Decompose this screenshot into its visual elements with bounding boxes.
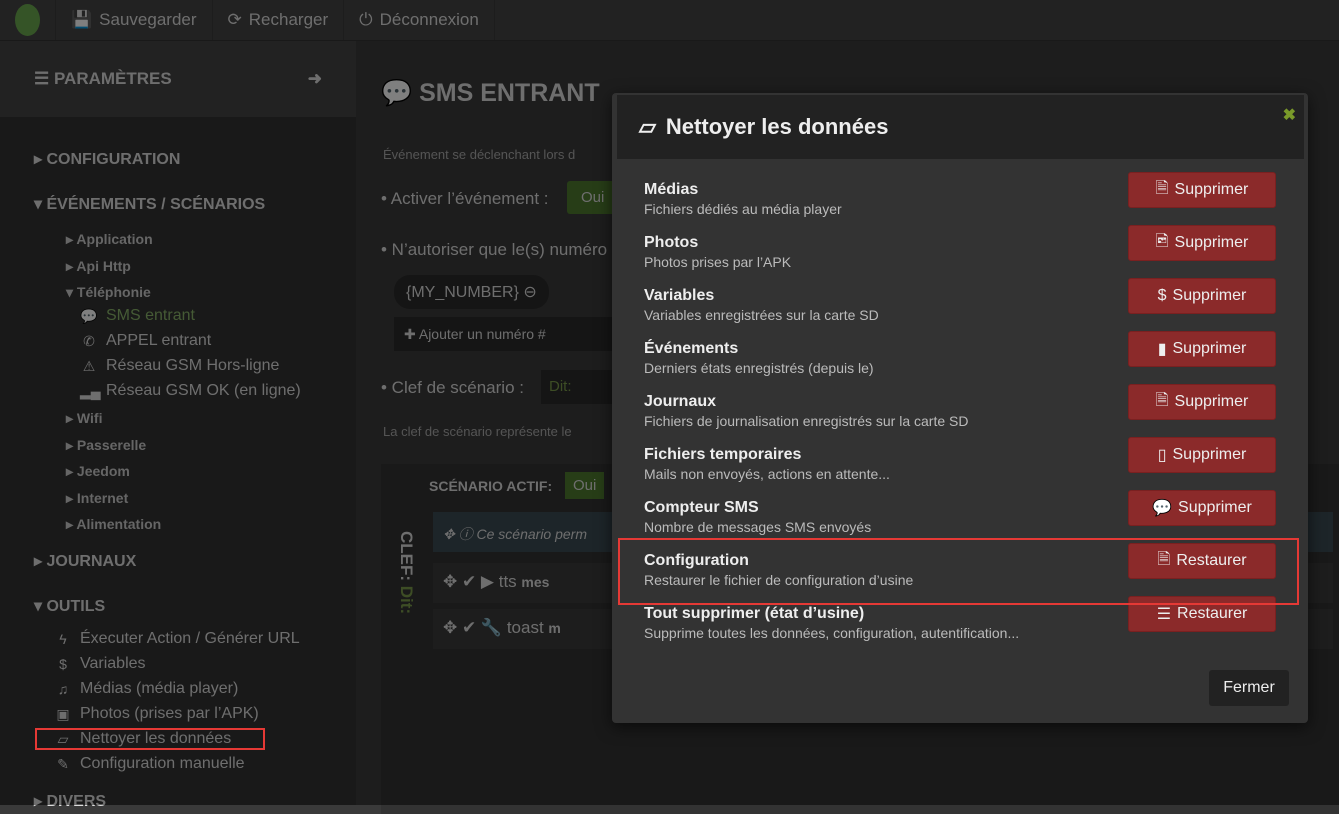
close-icon[interactable]: ✖ (1283, 105, 1296, 125)
delete-button[interactable]: $ Supprimer (1128, 278, 1276, 314)
eraser-icon: ▱ (639, 114, 656, 139)
file-audio-icon: 🗎 (1155, 179, 1169, 197)
dollar-icon: $ (1157, 287, 1167, 304)
clean-row: Tout supprimer (état d’usine) Supprime to… (644, 596, 1276, 655)
clean-data-modal: ▱ Nettoyer les données ✖ Médias Fichiers d… (612, 93, 1308, 723)
modal-title: Nettoyer les données (665, 114, 889, 139)
highlight-box (618, 538, 1299, 605)
delete-button[interactable]: ▯ Supprimer (1128, 437, 1276, 473)
delete-button[interactable]: 🗎 Supprimer (1128, 384, 1276, 420)
delete-button[interactable]: ▮ Supprimer (1128, 331, 1276, 367)
close-button[interactable]: Fermer (1209, 670, 1289, 706)
clean-row: Médias Fichiers dédiés au média player 🗎 Su… (644, 172, 1276, 231)
delete-button[interactable]: 💬 Supprimer (1128, 490, 1276, 526)
file-image-icon: 🖻 (1155, 232, 1169, 250)
clean-row: Fichiers temporaires Mails non envoyés, a… (644, 437, 1276, 496)
file-text-icon: 🗎 (1155, 391, 1169, 409)
clean-row: Événements Derniers états enregistrés (de… (644, 331, 1276, 390)
delete-button[interactable]: 🗎 Supprimer (1128, 172, 1276, 208)
highlight-box (35, 728, 265, 750)
file-outline-icon: ▯ (1157, 447, 1167, 464)
clean-row: Journaux Fichiers de journalisation enreg… (644, 384, 1276, 443)
file-icon: ▮ (1157, 341, 1167, 358)
sliders-icon: ☰ (1156, 606, 1172, 623)
clean-row: Photos Photos prises par l’APK 🖻 Supprimer (644, 225, 1276, 284)
clean-row: Variables Variables enregistrées sur la c… (644, 278, 1276, 337)
delete-button[interactable]: 🖻 Supprimer (1128, 225, 1276, 261)
comments-icon: 💬 (1152, 500, 1173, 517)
